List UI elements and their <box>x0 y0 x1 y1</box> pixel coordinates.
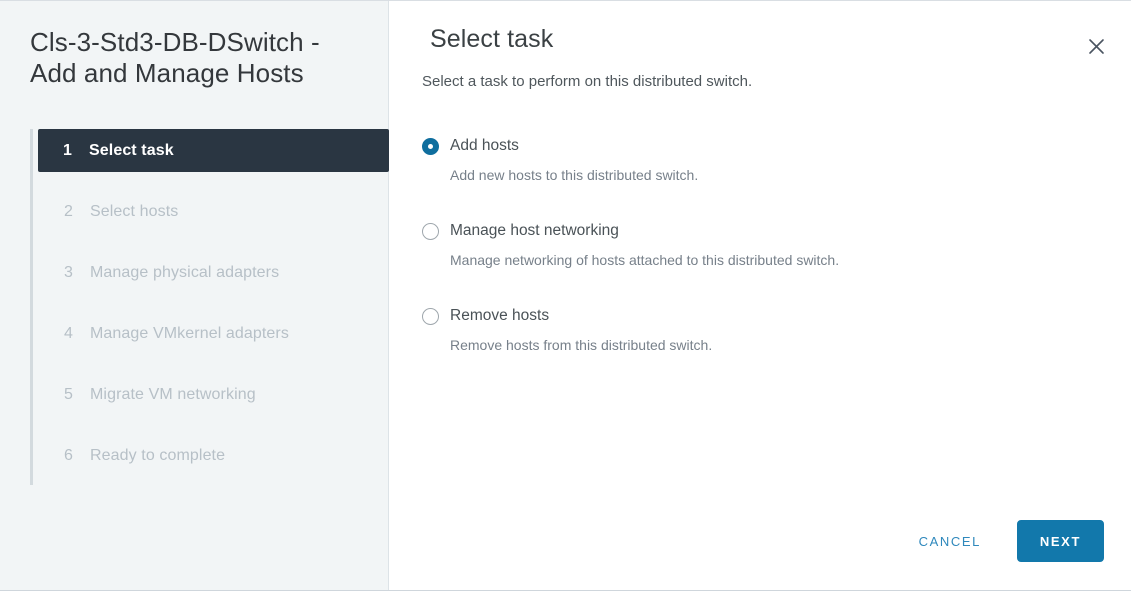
step-label: Migrate VM networking <box>90 385 256 403</box>
wizard-content-panel: Select task Select a task to perform on … <box>389 1 1131 590</box>
sidebar-step-select-hosts[interactable]: 2 Select hosts <box>38 190 389 233</box>
sidebar-step-manage-vmkernel-adapters[interactable]: 4 Manage VMkernel adapters <box>38 312 389 355</box>
option-description: Manage networking of hosts attached to t… <box>450 252 840 268</box>
step-number: 6 <box>64 446 73 464</box>
step-label: Select task <box>89 141 174 159</box>
option-remove-hosts-row[interactable]: Remove hosts <box>422 305 1111 327</box>
step-number: 1 <box>63 141 72 159</box>
close-icon[interactable] <box>1079 29 1113 63</box>
option-label: Add hosts <box>450 137 519 154</box>
option-label: Manage host networking <box>450 222 619 239</box>
step-number: 5 <box>64 385 73 403</box>
add-manage-hosts-wizard: Cls-3-Std3-DB-DSwitch - Add and Manage H… <box>0 0 1131 591</box>
step-label: Select hosts <box>90 202 179 220</box>
sidebar-step-manage-physical-adapters[interactable]: 3 Manage physical adapters <box>38 251 389 294</box>
wizard-footer: CANCEL NEXT <box>905 520 1104 562</box>
option-label: Remove hosts <box>450 307 550 324</box>
step-number: 3 <box>64 263 73 281</box>
sidebar-step-ready-to-complete[interactable]: 6 Ready to complete <box>38 434 389 477</box>
radio-add-hosts[interactable] <box>422 137 439 155</box>
step-number: 4 <box>64 324 73 342</box>
page-subtitle: Select a task to perform on this distrib… <box>422 73 753 90</box>
step-label: Manage physical adapters <box>90 263 280 281</box>
option-manage-host-networking-row[interactable]: Manage host networking <box>422 220 1111 242</box>
step-label: Ready to complete <box>90 446 226 464</box>
wizard-sidebar: Cls-3-Std3-DB-DSwitch - Add and Manage H… <box>0 1 389 590</box>
step-progress-track <box>30 129 33 485</box>
task-radio-group[interactable]: Add hosts Add new hosts to this distribu… <box>422 135 1111 353</box>
option-manage-host-networking[interactable]: Manage host networking Manage networking… <box>422 220 1111 268</box>
option-remove-hosts[interactable]: Remove hosts Remove hosts from this dist… <box>422 305 1111 353</box>
step-number: 2 <box>64 202 73 220</box>
next-button[interactable]: NEXT <box>1016 520 1104 562</box>
step-label: Manage VMkernel adapters <box>90 324 289 342</box>
sidebar-step-select-task[interactable]: 1 Select task <box>38 129 389 172</box>
radio-remove-hosts[interactable] <box>422 307 439 325</box>
wizard-title: Cls-3-Std3-DB-DSwitch - Add and Manage H… <box>30 27 320 88</box>
cancel-button[interactable]: CANCEL <box>905 524 995 559</box>
option-description: Remove hosts from this distributed switc… <box>450 337 713 353</box>
option-add-hosts-row[interactable]: Add hosts <box>422 135 1111 157</box>
option-description: Add new hosts to this distributed switch… <box>450 167 699 183</box>
radio-manage-host-networking[interactable] <box>422 222 439 240</box>
sidebar-step-migrate-vm-networking[interactable]: 5 Migrate VM networking <box>38 373 389 416</box>
option-add-hosts[interactable]: Add hosts Add new hosts to this distribu… <box>422 135 1111 183</box>
wizard-step-list: 1 Select task 2 Select hosts 3 Manage ph… <box>0 129 389 485</box>
page-title: Select task <box>430 25 554 53</box>
